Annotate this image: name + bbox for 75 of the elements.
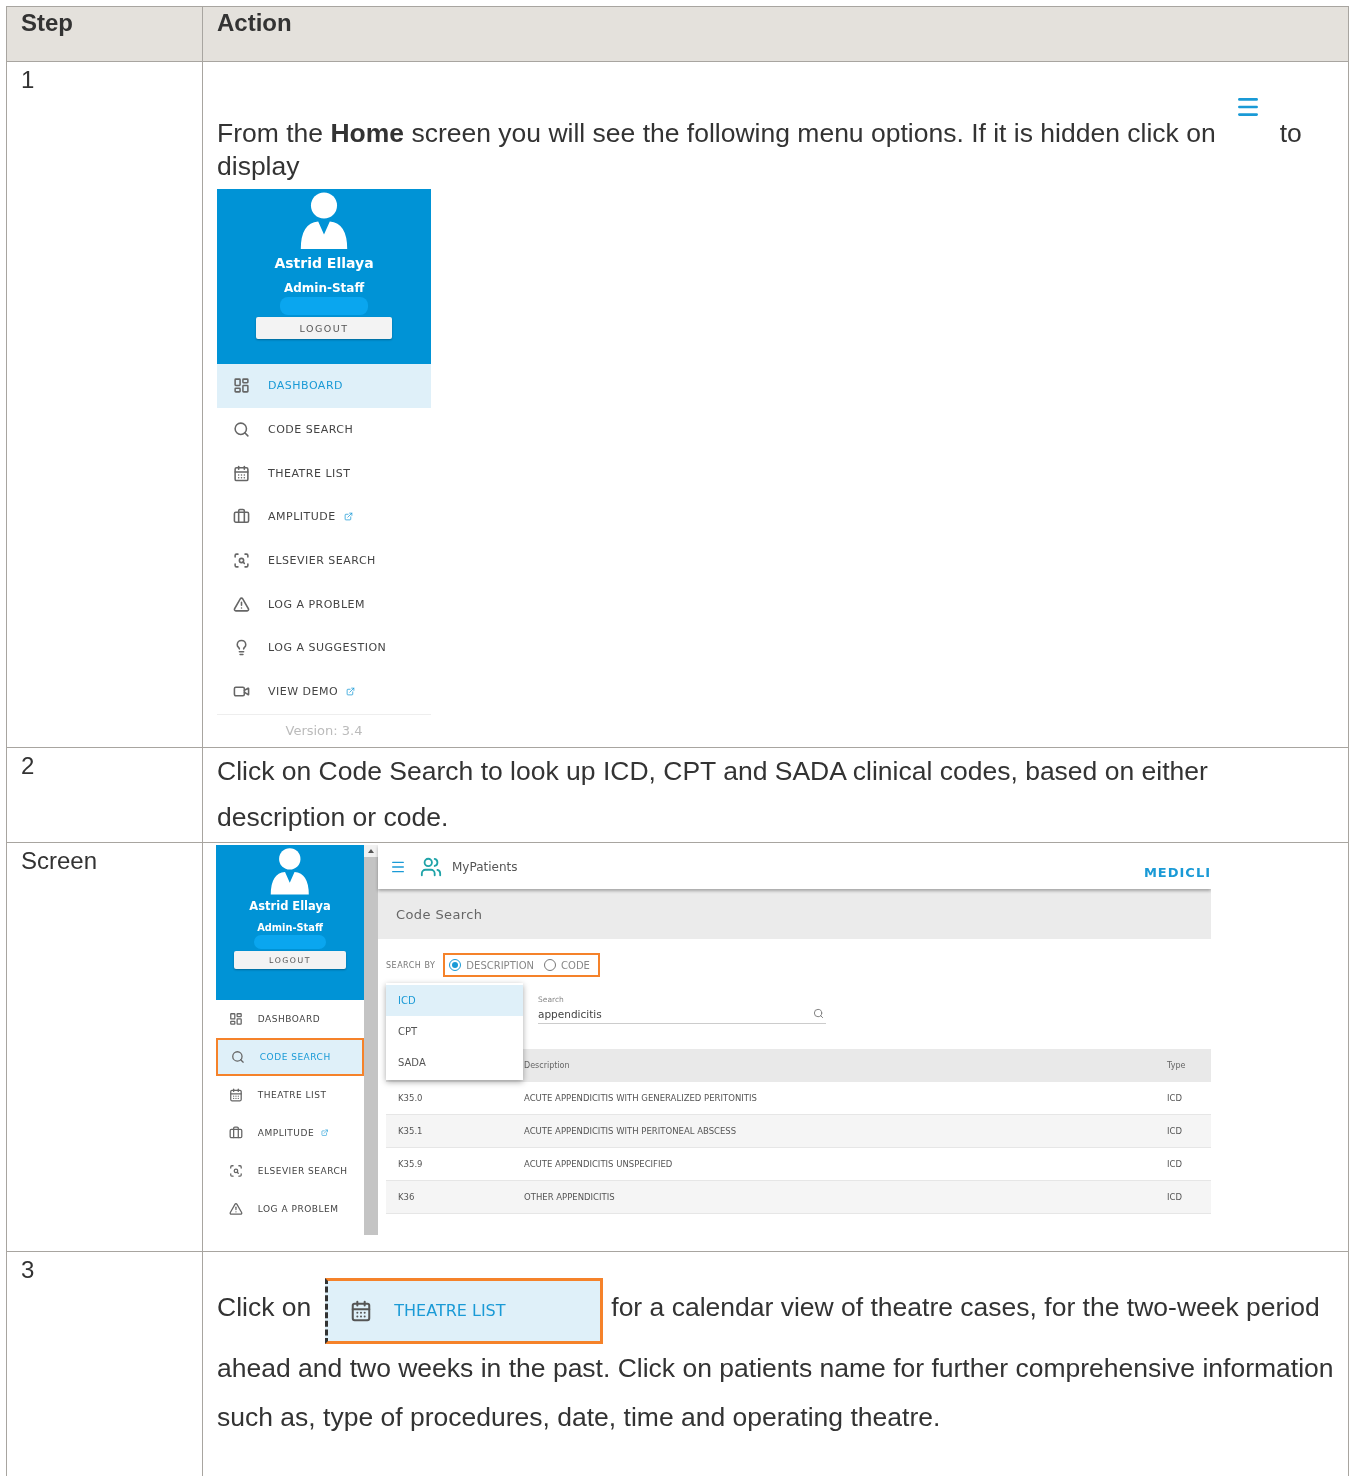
code-cell-text: K35.1 (397, 1126, 424, 1136)
step-label: 1 (21, 66, 35, 94)
description-cell-text: ACUTE APPENDICITIS WITH PERITONEAL ABSCESS (524, 1126, 738, 1136)
type-cell-text: ICD (1167, 1159, 1183, 1169)
column-header: Type (1167, 1061, 1187, 1070)
code-cell-text: K36 (397, 1192, 416, 1202)
scroll-up-icon[interactable] (368, 849, 374, 853)
column-header: Step (6, 6, 203, 62)
warning-icon (229, 1202, 244, 1216)
type-cell-text: ICD (1167, 1192, 1183, 1202)
description-cell-text: ACUTE APPENDICITIS UNSPECIFIED (524, 1159, 674, 1169)
menu-label: DASHBOARD (268, 379, 343, 393)
menu-label: VIEW DEMO (268, 685, 339, 699)
search-icon[interactable] (813, 1008, 824, 1019)
search-icon (231, 1050, 246, 1064)
menu-label: LOG A PROBLEM (268, 597, 365, 611)
user-name: Astrid Ellaya (274, 255, 374, 271)
dashboard-icon (233, 377, 250, 395)
menu-label: CODE SEARCH (259, 1052, 331, 1062)
search-icon (233, 552, 250, 570)
scrollbar[interactable] (364, 845, 378, 1235)
dashboard-icon (229, 1012, 244, 1026)
calendar-icon (233, 464, 250, 482)
code-cell-text: K35.0 (397, 1093, 424, 1103)
step-label: 2 (21, 752, 35, 780)
radio-label: DESCRIPTION (466, 959, 535, 971)
menu-label: DASHBOARD (257, 1014, 321, 1024)
step-label: 3 (21, 1256, 35, 1284)
menu-label: AMPLITUDE (268, 510, 336, 524)
result-row[interactable]: K36 OTHER APPENDICITIS ICD (386, 1181, 1211, 1214)
logout-button[interactable]: LOGOUT (256, 317, 392, 339)
search-by-label: SEARCH BY (386, 960, 436, 970)
calendar-icon (229, 1088, 244, 1102)
search-icon (229, 1164, 244, 1178)
dropdown-option[interactable]: CPT (386, 1016, 523, 1047)
description-cell-text: ACUTE APPENDICITIS WITH GENERALIZED PERITONITIS (524, 1093, 758, 1103)
user-role: Admin-Staff (257, 921, 323, 933)
instruction-text: Click on Code Search to look up ICD, CPT and SADA clinical codes, based on either description or code. (217, 756, 1208, 832)
dropdown-option[interactable]: SADA (386, 1047, 523, 1078)
search-icon (233, 421, 250, 439)
instruction-text: Click on (217, 1292, 312, 1322)
brand-name: MEDICLI (1143, 864, 1211, 880)
type-cell-text: ICD (1167, 1093, 1183, 1103)
briefcase-icon (229, 1126, 244, 1140)
instruction-text: display (217, 151, 300, 181)
menu-label: LOG A SUGGESTION (268, 641, 387, 655)
briefcase-icon (233, 508, 250, 526)
instruction-text: From the Home screen you will see the following menu options. If it is hidden click on (217, 118, 1216, 148)
people-logo-icon (420, 856, 442, 878)
menu-label: ELSEVIER SEARCH (268, 554, 376, 568)
menu-icon[interactable] (390, 859, 406, 875)
menu-label: ELSEVIER SEARCH (257, 1166, 348, 1176)
instruction-text: for a calendar view of theatre cases, for the two-week period (611, 1292, 1320, 1322)
user-role: Admin-Staff (283, 281, 365, 295)
user-name: Astrid Ellaya (249, 899, 331, 914)
result-row[interactable]: K35.1 ACUTE APPENDICITIS WITH PERITONEAL ABSCESS ICD (386, 1115, 1211, 1148)
menu-label: AMPLITUDE (257, 1128, 315, 1138)
menu-label: CODE SEARCH (268, 423, 354, 437)
code-cell-text: K35.9 (397, 1159, 424, 1169)
warning-icon (233, 595, 250, 613)
version-text: Version: 3.4 (217, 713, 431, 746)
step-label: Screen (21, 847, 98, 875)
calendar-icon (350, 1300, 373, 1322)
menu-label: LOG A PROBLEM (257, 1204, 339, 1214)
radio-label: CODE (561, 959, 590, 971)
menu-label: THEATRE LIST (257, 1090, 327, 1100)
type-cell-text: ICD (1167, 1126, 1183, 1136)
description-cell-text: OTHER APPENDICITIS (524, 1192, 616, 1202)
page-title: Code Search (396, 906, 483, 922)
menu-label: THEATRE LIST (268, 466, 351, 480)
column-header: Description (524, 1061, 571, 1070)
instruction-text: to (1279, 118, 1302, 148)
instruction-text: ahead and two weeks in the past. Click on patients name for further comprehensive information such as, type of procedures, date, time and operating theatre. (217, 1353, 1334, 1432)
app-name: MyPatients (452, 860, 518, 874)
column-header: Action (202, 6, 1349, 62)
